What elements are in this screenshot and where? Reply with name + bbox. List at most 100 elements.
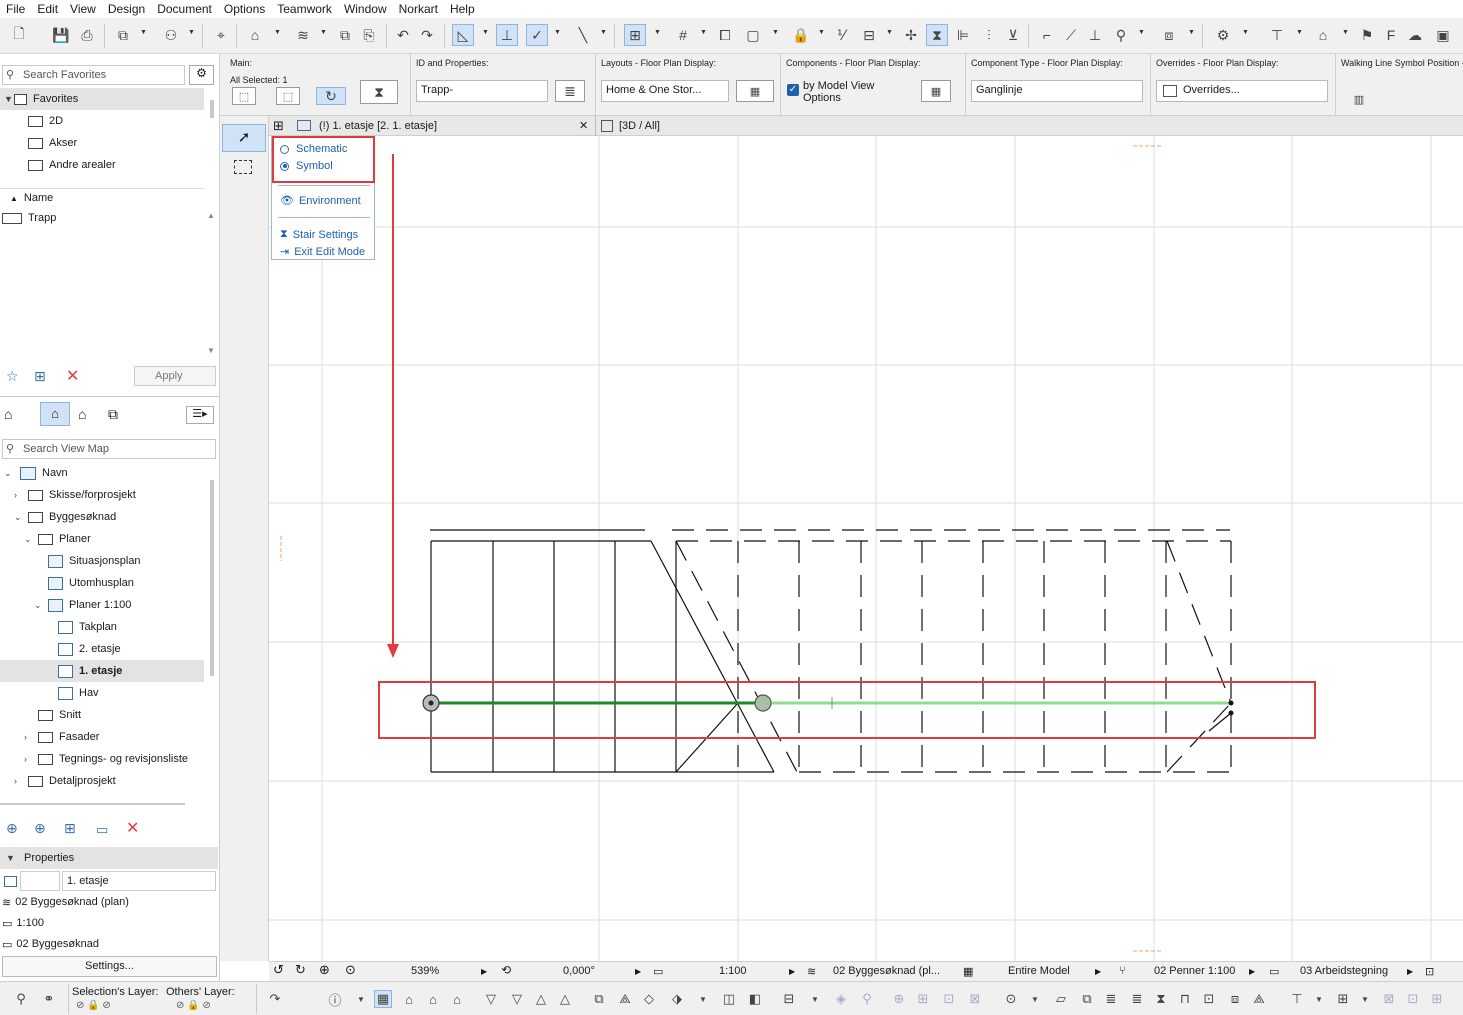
tree-item[interactable]: › Tegnings- og revisjonsliste <box>0 748 188 770</box>
tree-item[interactable]: Snitt <box>0 704 81 726</box>
chevron-down-icon[interactable]: ▼ <box>654 29 662 37</box>
roof-icon[interactable]: ⊡ <box>1200 990 1218 1008</box>
favorites-header[interactable]: ▼ Favorites <box>0 88 204 110</box>
menu-file[interactable]: File <box>0 0 31 18</box>
layer-combo-value[interactable]: 02 Byggesøknad (pl... <box>833 965 940 977</box>
up-arrow-icon[interactable]: △ <box>532 990 550 1008</box>
new-folder-icon[interactable]: ⊞ <box>34 368 46 385</box>
magic-icon[interactable]: ⚲ <box>1110 24 1132 46</box>
scale-value[interactable]: 1:100 <box>719 965 747 977</box>
grid-3d-icon[interactable]: ⊞ <box>1334 990 1352 1008</box>
tree-item[interactable]: › Skisse/forprosjekt <box>0 484 136 506</box>
chevron-down-icon[interactable]: ▼ <box>352 990 370 1008</box>
schematic-option[interactable]: Schematic <box>280 143 347 155</box>
cloud-icon[interactable]: ☁ <box>1404 24 1426 46</box>
up-arrow-icon[interactable]: △ <box>556 990 574 1008</box>
elevation-cut-icon[interactable]: ⊡ <box>1404 990 1422 1008</box>
chevron-down-icon[interactable]: ▼ <box>694 990 712 1008</box>
axonometry-icon[interactable]: ⟁ <box>616 990 634 1008</box>
chevron-right-icon[interactable]: ▶ <box>789 967 795 976</box>
chevron-right-icon[interactable]: ▶ <box>481 967 487 976</box>
chevron-down-icon[interactable]: ▼ <box>554 29 562 37</box>
pen-set-value[interactable]: 02 Penner 1:100 <box>1154 965 1235 977</box>
chevron-down-icon[interactable]: ▼ <box>886 29 894 37</box>
redo-icon[interactable]: ↷ <box>416 24 438 46</box>
settings-button[interactable]: Settings... <box>2 956 217 977</box>
menu-edit[interactable]: Edit <box>31 0 64 18</box>
list-item[interactable]: 2D <box>0 110 63 132</box>
elevation-icon[interactable]: ⊻ <box>1002 24 1024 46</box>
marquee-tool-icon[interactable] <box>234 160 252 174</box>
print-icon[interactable]: ⎙ <box>76 24 98 46</box>
undo-icon[interactable]: ↶ <box>392 24 414 46</box>
drawing-canvas[interactable] <box>269 136 1463 961</box>
layout-icon[interactable]: ▢ <box>742 24 764 46</box>
scrollbar-horizontal[interactable] <box>0 803 185 805</box>
layouts-field[interactable]: Home & One Stor... <box>601 80 729 102</box>
chevron-down-icon[interactable]: ▼ <box>806 990 824 1008</box>
shell-icon[interactable]: ⟁ <box>1250 990 1268 1008</box>
publish-icon[interactable]: ⧉ <box>112 24 134 46</box>
save-icon[interactable]: 💾 <box>50 24 72 46</box>
extra-icon[interactable]: ⊡ <box>1425 965 1434 978</box>
chevron-down-icon[interactable]: ▼ <box>1342 29 1350 37</box>
scrollbar[interactable] <box>210 100 214 118</box>
zoom-fit-icon[interactable]: ⊙ <box>345 962 356 978</box>
roof-icon[interactable]: ⌂ <box>1312 24 1334 46</box>
railing-icon[interactable]: ⊓ <box>1176 990 1194 1008</box>
menu-options[interactable]: Options <box>218 0 271 18</box>
name-column-header[interactable]: ▲ Name <box>0 188 53 208</box>
scroll-down-icon[interactable]: ▼ <box>207 346 215 355</box>
view-map-icon[interactable]: ⌂ <box>40 402 70 426</box>
selection-icon[interactable]: ⬚ <box>232 87 256 105</box>
scrollbar[interactable] <box>210 480 214 676</box>
view-value[interactable]: 03 Arbeidstegning <box>1300 965 1388 977</box>
checkbox-icon[interactable]: ✓ <box>787 84 799 96</box>
zone-icon[interactable]: ⊕ <box>890 990 908 1008</box>
paste-icon[interactable]: ⎘ <box>358 24 380 46</box>
box-icon[interactable]: ◧ <box>746 990 764 1008</box>
chevron-down-icon[interactable]: ▼ <box>1188 29 1196 37</box>
chevron-down-icon[interactable]: ▼ <box>818 29 826 37</box>
gear-icon[interactable]: ⚙ <box>189 65 214 85</box>
exit-edit-option[interactable]: ⇥ Exit Edit Mode <box>280 245 365 259</box>
stair-settings-option[interactable]: ⧗ Stair Settings <box>280 228 358 241</box>
list-item[interactable]: Andre arealer <box>0 154 116 176</box>
grid-icon[interactable]: # <box>672 24 694 46</box>
tree-item[interactable]: ⌄ Planer 1:100 <box>0 594 131 616</box>
dimension-icon[interactable]: ⊟ <box>858 24 880 46</box>
chevron-right-icon[interactable]: ▶ <box>1249 967 1255 976</box>
menu-view[interactable]: View <box>64 0 102 18</box>
others-layer-icons[interactable]: ⊘ 🔒 ⊘ <box>176 1000 211 1011</box>
chevron-down-icon[interactable]: ▼ <box>1026 990 1044 1008</box>
model-view-value[interactable]: Entire Model <box>1008 965 1070 977</box>
delete-icon[interactable]: ✕ <box>66 366 79 386</box>
symbol-option[interactable]: Symbol <box>280 160 333 172</box>
detail-icon[interactable]: ⊞ <box>1428 990 1446 1008</box>
find-select-icon[interactable]: ⌖ <box>210 24 232 46</box>
section-view-icon[interactable]: ⌂ <box>400 990 418 1008</box>
section-cut-icon[interactable]: ⊠ <box>1380 990 1398 1008</box>
chevron-down-icon[interactable]: ▼ <box>274 29 282 37</box>
tree-item[interactable]: ⌄ Byggesøknad <box>0 506 116 528</box>
tree-item[interactable]: Takplan <box>0 616 117 638</box>
angle-value[interactable]: 0,000° <box>563 965 595 977</box>
properties-header[interactable]: ▼ Properties <box>0 847 218 869</box>
distribute-icon[interactable]: ⫶ <box>978 24 1000 46</box>
stair-icon[interactable]: ⧗ <box>1152 990 1170 1008</box>
tree-item[interactable]: Hav <box>0 682 99 704</box>
project-map-icon[interactable]: ⌂ <box>4 406 12 422</box>
model-icon[interactable]: ◈ <box>832 990 850 1008</box>
line-tool-icon[interactable]: ╲ <box>572 24 594 46</box>
tree-item-selected[interactable]: 1. etasje <box>0 660 204 682</box>
stair-type-icon[interactable]: ⧗ <box>360 80 398 104</box>
tab-3d[interactable]: [3D / All] <box>619 116 660 136</box>
adjust-icon[interactable]: ⊥ <box>1084 24 1106 46</box>
list-item[interactable]: Trapp <box>0 207 56 229</box>
stack-icon[interactable]: ≣ <box>1102 990 1120 1008</box>
explode-icon[interactable]: ✢ <box>900 24 922 46</box>
modify-icon[interactable]: ⚙ <box>1212 24 1234 46</box>
apply-button[interactable]: Apply <box>134 366 216 386</box>
stack-icon[interactable]: ≣ <box>1128 990 1146 1008</box>
tree-item[interactable]: Utomhusplan <box>0 572 134 594</box>
